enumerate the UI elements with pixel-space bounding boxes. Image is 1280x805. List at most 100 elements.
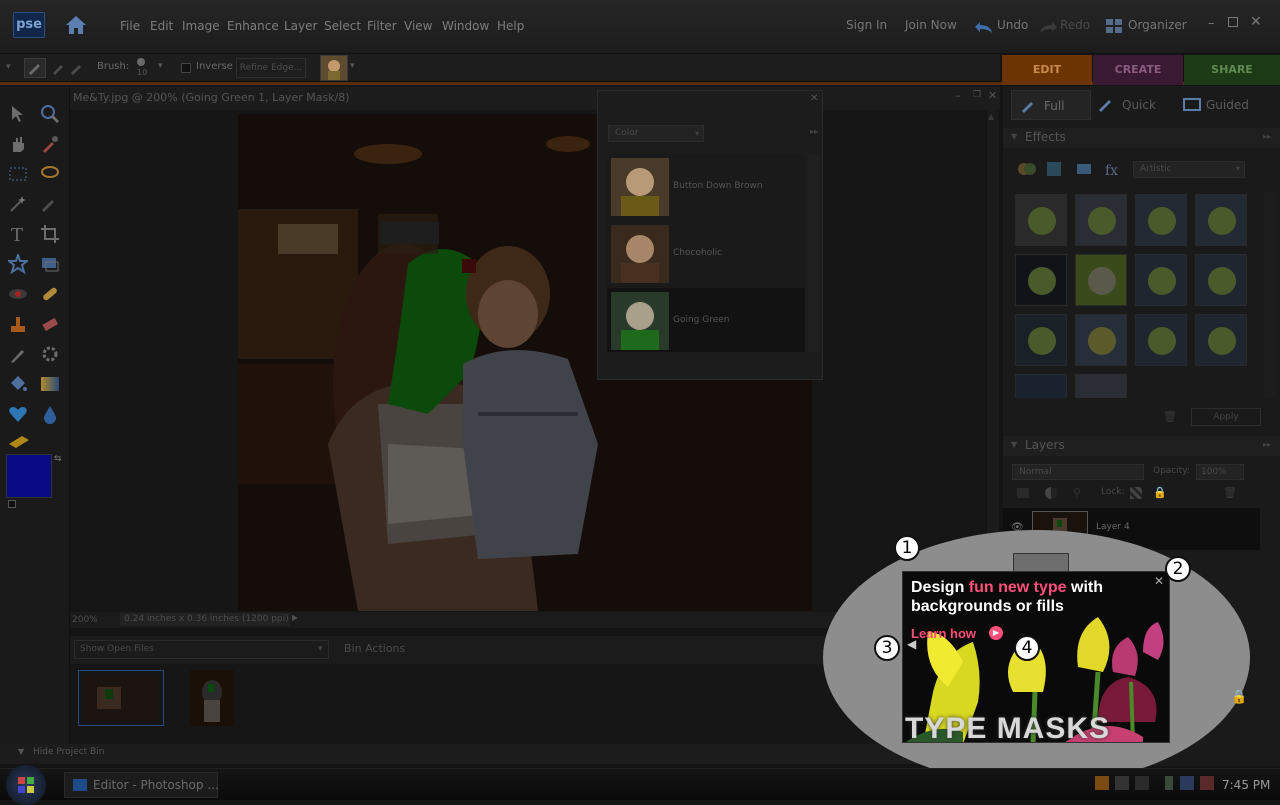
effect-thumbnail[interactable] [1075, 314, 1127, 366]
marquee-tool-icon[interactable] [8, 164, 28, 184]
zoom-tool-icon[interactable] [40, 104, 60, 124]
add-brush-icon[interactable] [50, 60, 66, 76]
pencil-tool-icon[interactable] [8, 432, 29, 452]
doc-restore-icon[interactable]: ❐ [973, 90, 981, 100]
effect-thumbnail[interactable] [1195, 194, 1247, 246]
tray-app-icon[interactable] [1095, 776, 1109, 790]
style-category-dropdown[interactable]: Color [608, 125, 704, 142]
panel-menu-icon[interactable]: ▸▸ [810, 127, 818, 136]
learn-how-link[interactable]: Learn how [911, 626, 976, 641]
doc-close-icon[interactable]: ✕ [988, 89, 997, 102]
doc-minimize-icon[interactable]: – [955, 89, 961, 102]
magic-wand-tool-icon[interactable] [8, 194, 28, 214]
style-item[interactable]: Chocoholic [607, 221, 805, 287]
trash-icon[interactable]: 🗑 [1163, 410, 1177, 423]
status-menu-icon[interactable]: ▶ [292, 613, 298, 622]
start-button[interactable] [6, 765, 46, 805]
inverse-checkbox[interactable] [181, 63, 191, 73]
selection-brush-icon[interactable] [24, 58, 46, 78]
menu-layer[interactable]: Layer [284, 19, 317, 33]
organizer-button[interactable]: Organizer [1128, 18, 1187, 32]
shape-tool-icon[interactable] [8, 404, 28, 424]
type-tool-icon[interactable]: T [8, 224, 28, 244]
tray-update-icon[interactable] [1135, 776, 1149, 790]
sign-in-link[interactable]: Sign In [846, 18, 887, 32]
effect-thumbnail[interactable] [1135, 254, 1187, 306]
effect-thumbnail[interactable] [1075, 254, 1127, 306]
menu-view[interactable]: View [404, 19, 432, 33]
new-layer-icon[interactable] [1017, 488, 1029, 498]
move-tool-icon[interactable] [8, 104, 28, 124]
effect-thumbnail[interactable] [1135, 194, 1187, 246]
style-list-scrollbar[interactable] [808, 154, 820, 352]
lasso-tool-icon[interactable] [40, 164, 60, 184]
tray-network-icon[interactable] [1115, 776, 1129, 790]
bin-thumbnail-selected[interactable] [78, 670, 164, 726]
photo-effects-icon[interactable] [1075, 160, 1093, 178]
effect-thumbnail[interactable] [1015, 374, 1067, 398]
effect-thumbnail[interactable] [1195, 254, 1247, 306]
all-effects-icon[interactable]: fx [1103, 160, 1123, 178]
subtract-brush-icon[interactable] [68, 60, 84, 76]
hide-bin-icon[interactable]: ▼ [18, 747, 24, 756]
style-item[interactable]: Button Down Brown [607, 154, 805, 220]
cookie-cutter-tool-icon[interactable] [8, 254, 28, 274]
link-icon[interactable]: ⚲ [1073, 486, 1081, 499]
layers-header[interactable]: ▼ Layers ▸▸ [1003, 436, 1280, 456]
selection-brush-tool-icon[interactable] [40, 194, 60, 214]
adjustment-layer-icon[interactable] [1045, 487, 1057, 499]
effects-menu-icon[interactable]: ▸▸ [1263, 132, 1271, 141]
paint-bucket-tool-icon[interactable] [8, 374, 28, 394]
eraser-tool-icon[interactable] [40, 314, 60, 334]
clone-stamp-tool-icon[interactable] [8, 314, 28, 334]
join-now-link[interactable]: Join Now [905, 18, 957, 32]
tab-full[interactable]: Full [1011, 90, 1091, 120]
style-item-selected[interactable]: Going Green [607, 288, 805, 352]
battery-icon[interactable] [1165, 776, 1173, 790]
volume-icon[interactable] [1200, 776, 1214, 790]
filters-icon[interactable] [1017, 160, 1037, 178]
style-panel-close-icon[interactable]: ✕ [810, 93, 818, 104]
scroll-up-icon[interactable]: ▲ [988, 112, 994, 121]
eyedropper-tool-icon[interactable] [40, 134, 60, 154]
tab-quick[interactable]: Quick [1122, 98, 1156, 112]
redo-button[interactable]: Redo [1060, 18, 1090, 32]
effect-thumbnail[interactable] [1015, 254, 1067, 306]
delete-layer-icon[interactable]: 🗑 [1223, 486, 1237, 499]
effect-thumbnail[interactable] [1075, 194, 1127, 246]
tab-edit[interactable]: EDIT [1002, 55, 1092, 85]
show-open-files-dropdown[interactable]: Show Open Files [74, 640, 329, 659]
hand-tool-icon[interactable] [8, 134, 28, 154]
menu-image[interactable]: Image [182, 19, 220, 33]
chevron-down-icon[interactable]: ▾ [6, 62, 11, 72]
close-icon[interactable]: ✕ [1250, 14, 1262, 30]
brush-dropdown-icon[interactable]: ▾ [158, 61, 163, 71]
menu-help[interactable]: Help [497, 19, 524, 33]
straighten-tool-icon[interactable] [40, 254, 60, 274]
default-colors-icon[interactable] [8, 500, 16, 508]
brush-thumbnail[interactable] [320, 55, 348, 81]
tray-monitor-icon[interactable] [1180, 776, 1194, 790]
red-eye-tool-icon[interactable] [8, 284, 28, 304]
layer-styles-icon[interactable] [1045, 160, 1063, 178]
smart-brush-tool-icon[interactable] [40, 344, 60, 364]
bin-thumbnail[interactable] [190, 670, 234, 726]
thumbnail-dropdown-icon[interactable]: ▾ [350, 61, 355, 71]
gradient-tool-icon[interactable] [40, 374, 60, 394]
effect-thumbnail[interactable] [1135, 314, 1187, 366]
lock-transparency-icon[interactable] [1130, 487, 1142, 499]
play-icon[interactable]: ▶ [989, 626, 1003, 640]
opacity-input[interactable]: 100% [1196, 464, 1244, 480]
effects-scrollbar[interactable] [1264, 192, 1276, 398]
crop-tool-icon[interactable] [40, 224, 60, 244]
effects-header[interactable]: ▼ Effects ▸▸ [1003, 128, 1280, 148]
blur-tool-icon[interactable] [40, 404, 60, 424]
home-icon[interactable] [64, 14, 88, 36]
foreground-color-swatch[interactable] [6, 454, 52, 498]
undo-button[interactable]: Undo [997, 18, 1028, 32]
blend-mode-dropdown[interactable]: Normal [1012, 464, 1144, 480]
refine-edge-button[interactable]: Refine Edge... [236, 58, 306, 78]
layers-menu-icon[interactable]: ▸▸ [1263, 440, 1271, 449]
menu-edit[interactable]: Edit [150, 19, 173, 33]
promo-close-icon[interactable]: ✕ [1154, 574, 1164, 588]
